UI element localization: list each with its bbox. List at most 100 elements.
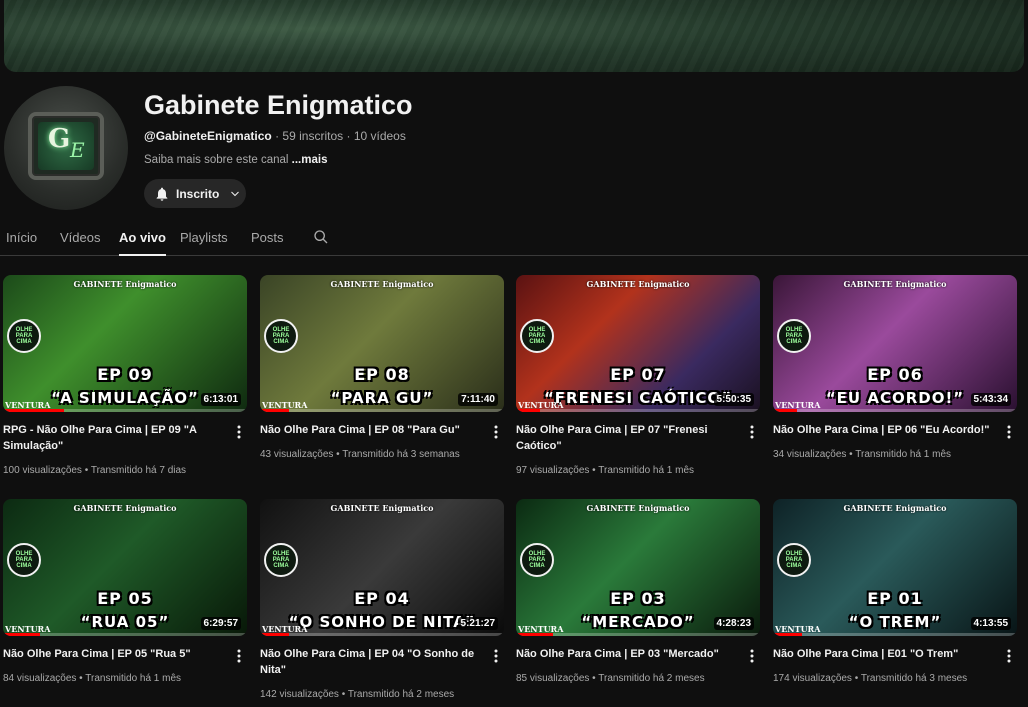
video-card[interactable]: GABINETE Enigmatico OLHE PARA CIMA EP 09… — [3, 275, 247, 476]
video-views: 85 visualizações — [516, 673, 590, 684]
thumb-badge: OLHE PARA CIMA — [264, 319, 298, 353]
video-count: 10 vídeos — [353, 129, 406, 143]
video-card[interactable]: GABINETE Enigmatico OLHE PARA CIMA EP 01… — [773, 499, 1017, 684]
more-vert-icon[interactable] — [233, 648, 245, 664]
video-card[interactable]: GABINETE Enigmatico OLHE PARA CIMA EP 04… — [260, 499, 504, 700]
video-views: 142 visualizações — [260, 689, 339, 700]
channel-banner — [4, 0, 1024, 72]
more-vert-icon[interactable] — [233, 424, 245, 440]
search-icon[interactable] — [313, 229, 329, 245]
video-title[interactable]: Não Olhe Para Cima | EP 08 "Para Gu" — [260, 422, 484, 438]
subscribed-button[interactable]: Inscrito — [144, 179, 246, 208]
watch-progress-track — [516, 633, 760, 636]
tab-playlists[interactable]: Playlists — [180, 230, 228, 245]
video-stats: 174 visualizações • Transmitido há 3 mes… — [773, 673, 1013, 684]
watch-progress-track — [773, 409, 1017, 412]
subscribed-label: Inscrito — [176, 186, 220, 201]
tab-videos[interactable]: Vídeos — [60, 230, 100, 245]
video-card[interactable]: GABINETE Enigmatico OLHE PARA CIMA EP 08… — [260, 275, 504, 460]
meta-separator: · — [275, 129, 280, 143]
video-duration: 5:21:27 — [457, 617, 498, 630]
more-vert-icon[interactable] — [746, 424, 758, 440]
video-views: 34 visualizações — [773, 449, 847, 460]
watch-progress-bar — [773, 633, 803, 636]
watch-progress-track — [260, 409, 504, 412]
thumb-episode: EP 09 — [97, 365, 153, 384]
video-streamed: Transmitido há 1 mês — [855, 449, 952, 460]
more-vert-icon[interactable] — [1003, 424, 1015, 440]
video-stats: 34 visualizações • Transmitido há 1 mês — [773, 449, 1013, 460]
thumb-brand: GABINETE Enigmatico — [330, 503, 434, 513]
channel-about[interactable]: Saiba mais sobre este canal ...mais — [144, 154, 327, 166]
video-thumbnail[interactable]: GABINETE Enigmatico OLHE PARA CIMA EP 03… — [516, 499, 760, 636]
video-card[interactable]: GABINETE Enigmatico OLHE PARA CIMA EP 05… — [3, 499, 247, 684]
thumb-badge: OLHE PARA CIMA — [777, 543, 811, 577]
video-thumbnail[interactable]: GABINETE Enigmatico OLHE PARA CIMA EP 05… — [3, 499, 247, 636]
video-thumbnail[interactable]: GABINETE Enigmatico OLHE PARA CIMA EP 01… — [773, 499, 1017, 636]
video-duration: 4:13:55 — [970, 617, 1011, 630]
watch-progress-track — [260, 633, 504, 636]
video-title[interactable]: Não Olhe Para Cima | E01 "O Trem" — [773, 646, 997, 662]
video-card[interactable]: GABINETE Enigmatico OLHE PARA CIMA EP 07… — [516, 275, 760, 476]
watch-progress-bar — [773, 409, 798, 412]
thumb-brand: GABINETE Enigmatico — [330, 279, 434, 289]
more-vert-icon[interactable] — [490, 648, 502, 664]
watch-progress-track — [3, 633, 247, 636]
thumb-badge: OLHE PARA CIMA — [264, 543, 298, 577]
video-duration: 4:28:23 — [713, 617, 754, 630]
more-vert-icon[interactable] — [490, 424, 502, 440]
thumb-badge: OLHE PARA CIMA — [7, 319, 41, 353]
about-more-link[interactable]: ...mais — [292, 154, 328, 166]
video-title[interactable]: RPG - Não Olhe Para Cima | EP 09 "A Simu… — [3, 422, 227, 454]
video-thumbnail[interactable]: GABINETE Enigmatico OLHE PARA CIMA EP 09… — [3, 275, 247, 412]
more-vert-icon[interactable] — [1003, 648, 1015, 664]
thumb-episode: EP 04 — [354, 589, 410, 608]
channel-avatar[interactable]: G E — [4, 86, 128, 210]
watch-progress-track — [516, 409, 760, 412]
avatar-letter: G — [48, 124, 71, 154]
video-stats: 85 visualizações • Transmitido há 2 mese… — [516, 673, 756, 684]
video-title[interactable]: Não Olhe Para Cima | EP 04 "O Sonho de N… — [260, 646, 484, 678]
tab-posts[interactable]: Posts — [251, 230, 284, 245]
watch-progress-bar — [260, 409, 290, 412]
channel-name: Gabinete Enigmatico — [144, 90, 413, 120]
video-stats: 84 visualizações • Transmitido há 1 mês — [3, 673, 243, 684]
bell-icon — [156, 187, 168, 201]
video-stats: 100 visualizações • Transmitido há 7 dia… — [3, 465, 243, 476]
video-duration: 7:11:40 — [458, 393, 498, 406]
video-title[interactable]: Não Olhe Para Cima | EP 03 "Mercado" — [516, 646, 740, 662]
video-title[interactable]: Não Olhe Para Cima | EP 06 "Eu Acordo!" — [773, 422, 997, 438]
tab-ao-vivo[interactable]: Ao vivo — [119, 230, 166, 256]
meta-separator: · — [346, 129, 351, 143]
video-title[interactable]: Não Olhe Para Cima | EP 05 "Rua 5" — [3, 646, 227, 662]
watch-progress-bar — [516, 633, 553, 636]
video-card[interactable]: GABINETE Enigmatico OLHE PARA CIMA EP 03… — [516, 499, 760, 684]
thumb-brand: GABINETE Enigmatico — [73, 279, 177, 289]
video-thumbnail[interactable]: GABINETE Enigmatico OLHE PARA CIMA EP 07… — [516, 275, 760, 412]
video-thumbnail[interactable]: GABINETE Enigmatico OLHE PARA CIMA EP 08… — [260, 275, 504, 412]
thumb-brand: GABINETE Enigmatico — [843, 503, 947, 513]
tab-inicio[interactable]: Início — [6, 230, 37, 245]
thumb-brand: GABINETE Enigmatico — [843, 279, 947, 289]
video-streamed: Transmitido há 2 meses — [598, 673, 705, 684]
video-stats: 142 visualizações • Transmitido há 2 mes… — [260, 689, 500, 700]
video-card[interactable]: GABINETE Enigmatico OLHE PARA CIMA EP 06… — [773, 275, 1017, 460]
watch-progress-bar — [3, 633, 40, 636]
channel-handle[interactable]: @GabineteEnigmatico — [144, 129, 272, 143]
watch-progress-bar — [516, 409, 541, 412]
channel-tabs: Início Vídeos Ao vivo Playlists Posts — [0, 224, 1028, 256]
video-duration: 5:43:34 — [970, 393, 1011, 406]
video-thumbnail[interactable]: GABINETE Enigmatico OLHE PARA CIMA EP 06… — [773, 275, 1017, 412]
subscriber-count: 59 inscritos — [282, 129, 344, 143]
video-thumbnail[interactable]: GABINETE Enigmatico OLHE PARA CIMA EP 04… — [260, 499, 504, 636]
channel-meta: @GabineteEnigmatico · 59 inscritos · 10 … — [144, 129, 406, 143]
video-streamed: Transmitido há 3 meses — [860, 673, 968, 684]
more-vert-icon[interactable] — [746, 648, 758, 664]
video-stats: 43 visualizações • Transmitido há 3 sema… — [260, 449, 500, 460]
video-title[interactable]: Não Olhe Para Cima | EP 07 "Frenesi Caót… — [516, 422, 740, 454]
video-duration: 6:29:57 — [200, 617, 241, 630]
thumb-badge: OLHE PARA CIMA — [7, 543, 41, 577]
video-views: 174 visualizações — [773, 673, 852, 684]
thumb-episode: EP 03 — [610, 589, 666, 608]
thumb-episode: EP 06 — [867, 365, 923, 384]
